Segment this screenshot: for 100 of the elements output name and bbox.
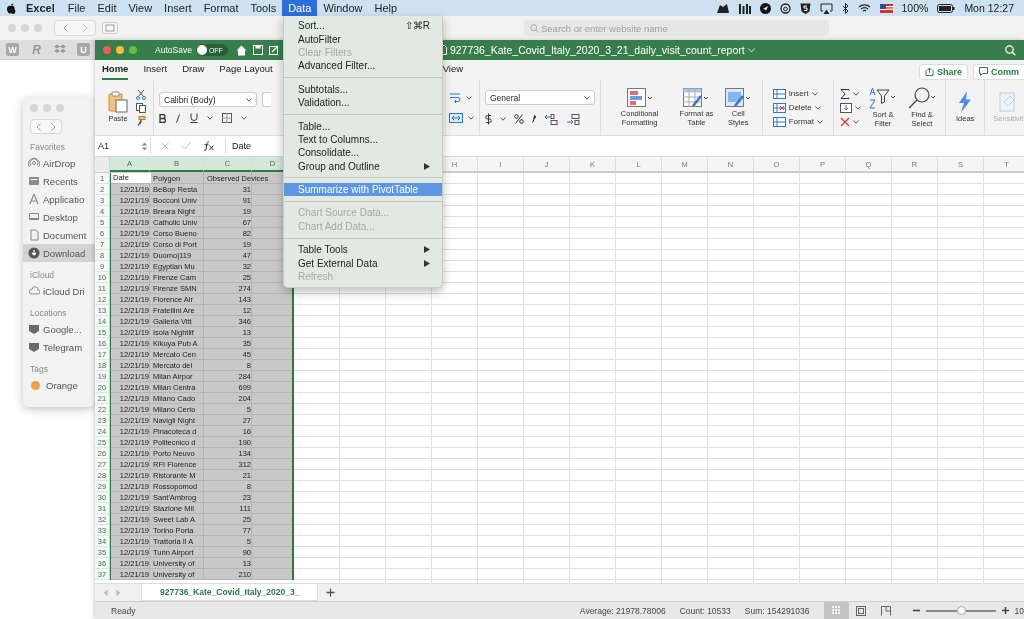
- ribbon-tab[interactable]: Home: [102, 63, 129, 80]
- back-forward-buttons[interactable]: [30, 119, 62, 134]
- sidebar-item[interactable]: Telegram: [23, 338, 95, 356]
- zoom-slider[interactable]: [925, 609, 996, 612]
- add-sheet-icon[interactable]: [326, 588, 336, 597]
- sidebar-item[interactable]: Download: [23, 244, 95, 262]
- menu-item[interactable]: Subtotals...: [284, 82, 442, 96]
- borders-icon[interactable]: [222, 113, 232, 123]
- menu-item[interactable]: Sort... ⇧⌘R: [284, 19, 442, 33]
- number-format-select[interactable]: General: [485, 90, 595, 105]
- decrease-decimal-icon[interactable]: [566, 113, 580, 125]
- ribbon-tab[interactable]: View: [442, 63, 464, 80]
- font-size-field[interactable]: [262, 92, 271, 107]
- slider-thumb[interactable]: [956, 605, 966, 615]
- cells-button[interactable]: Format: [772, 116, 823, 127]
- currency-icon[interactable]: [485, 113, 492, 125]
- menu-item[interactable]: Edit: [91, 0, 123, 16]
- flag-icon[interactable]: [879, 3, 893, 13]
- caret-icon[interactable]: [584, 95, 590, 100]
- wrap-text-icon[interactable]: [449, 92, 461, 103]
- sidebar-item[interactable]: iCloud Dri: [23, 282, 95, 300]
- sum-icon[interactable]: [840, 88, 850, 99]
- save-icon[interactable]: [252, 44, 263, 55]
- back-icon[interactable]: [62, 24, 68, 32]
- font-select[interactable]: Calibri (Body): [159, 92, 257, 107]
- app-menu[interactable]: Excel: [16, 0, 62, 16]
- menu-item[interactable]: Summarize with PivotTable: [284, 182, 442, 197]
- underline-icon[interactable]: [190, 113, 198, 123]
- menu-item[interactable]: Format: [197, 0, 245, 16]
- menu-item[interactable]: Insert: [158, 0, 198, 16]
- sidebar-item[interactable]: AirDrop: [23, 154, 95, 172]
- apple-icon[interactable]: [6, 2, 16, 14]
- menu-item[interactable]: AutoFilter: [284, 32, 442, 46]
- function-icon[interactable]: [203, 141, 215, 151]
- bars-icon[interactable]: [738, 2, 751, 14]
- menu-item[interactable]: Table...: [284, 119, 442, 133]
- merge-center-icon[interactable]: [449, 113, 463, 123]
- airplay-icon[interactable]: [819, 2, 833, 14]
- sidebar-item[interactable]: Desktop: [23, 208, 95, 226]
- ribbon-tab[interactable]: Insert: [143, 63, 168, 80]
- back-icon[interactable]: [36, 122, 41, 131]
- menu-item[interactable]: Data: [282, 0, 318, 16]
- sidebar-item[interactable]: Orange: [23, 376, 95, 394]
- address-field[interactable]: Search or enter website name: [524, 20, 829, 36]
- name-box[interactable]: A1: [95, 138, 151, 154]
- caret-icon[interactable]: [814, 105, 821, 110]
- caret-icon[interactable]: [853, 91, 859, 96]
- caret-icon[interactable]: [500, 117, 506, 121]
- percent-icon[interactable]: [514, 114, 524, 124]
- menu-item[interactable]: Advanced Filter...: [284, 59, 442, 73]
- edit-icon[interactable]: [268, 44, 279, 55]
- menu-item[interactable]: Tools: [244, 0, 283, 16]
- menu-item[interactable]: Table Tools: [284, 243, 442, 257]
- zoom-in-icon[interactable]: [1001, 607, 1009, 614]
- sidebar-item[interactable]: Applicatio: [23, 190, 95, 208]
- ring-icon[interactable]: [779, 2, 791, 14]
- shield-icon[interactable]: [799, 2, 811, 14]
- wifi-icon[interactable]: [857, 3, 871, 13]
- cells-button[interactable]: Delete: [772, 102, 823, 113]
- check-icon[interactable]: [181, 142, 191, 150]
- menu-item[interactable]: Validation...: [284, 95, 442, 110]
- bold-icon[interactable]: [159, 113, 166, 123]
- menu-item[interactable]: Help: [368, 0, 404, 16]
- battery-icon[interactable]: [937, 3, 956, 13]
- caret-icon[interactable]: [207, 116, 213, 120]
- format-painter-icon[interactable]: [136, 115, 146, 126]
- caret-icon[interactable]: [246, 97, 252, 102]
- menu-item[interactable]: Window: [317, 0, 369, 16]
- navigation-icon[interactable]: [759, 2, 771, 14]
- menu-item[interactable]: Get External Data: [284, 256, 442, 270]
- formula-field[interactable]: Date: [226, 141, 251, 151]
- caret-icon[interactable]: [468, 116, 474, 120]
- sheet-tab[interactable]: 927736_Kate_Covid_Italy_2020_3_: [141, 584, 319, 601]
- copy-icon[interactable]: [136, 102, 148, 113]
- bluetooth-icon[interactable]: [841, 2, 849, 14]
- menu-item[interactable]: File: [61, 0, 92, 16]
- scissors-icon[interactable]: [136, 89, 146, 100]
- caret-icon[interactable]: [855, 105, 861, 110]
- minimize-button[interactable]: [116, 46, 124, 54]
- menu-item[interactable]: View: [122, 0, 159, 16]
- cells-button[interactable]: Insert: [772, 88, 823, 99]
- fill-icon[interactable]: [840, 102, 852, 113]
- sidebar-item[interactable]: Recents: [23, 172, 95, 190]
- italic-icon[interactable]: [175, 113, 181, 123]
- caret-icon[interactable]: [817, 119, 823, 124]
- sidebar-item[interactable]: Document: [23, 226, 95, 244]
- caret-icon[interactable]: [853, 119, 859, 124]
- search-icon[interactable]: [1005, 44, 1016, 56]
- ribbon-tab[interactable]: Page Layout: [219, 63, 273, 80]
- comments-button[interactable]: Comm: [973, 63, 1024, 80]
- menu-item[interactable]: Text to Columns...: [284, 132, 442, 147]
- zoom-out-icon[interactable]: [912, 609, 920, 612]
- caret-icon[interactable]: [466, 95, 472, 100]
- menu-item[interactable]: Consolidate...: [284, 146, 442, 160]
- share-button[interactable]: Share: [918, 63, 968, 80]
- increase-decimal-icon[interactable]: [544, 113, 558, 125]
- clear-icon[interactable]: [840, 116, 850, 127]
- caret-icon[interactable]: [811, 91, 818, 96]
- forward-icon[interactable]: [51, 122, 56, 131]
- selected-range[interactable]: [110, 173, 294, 580]
